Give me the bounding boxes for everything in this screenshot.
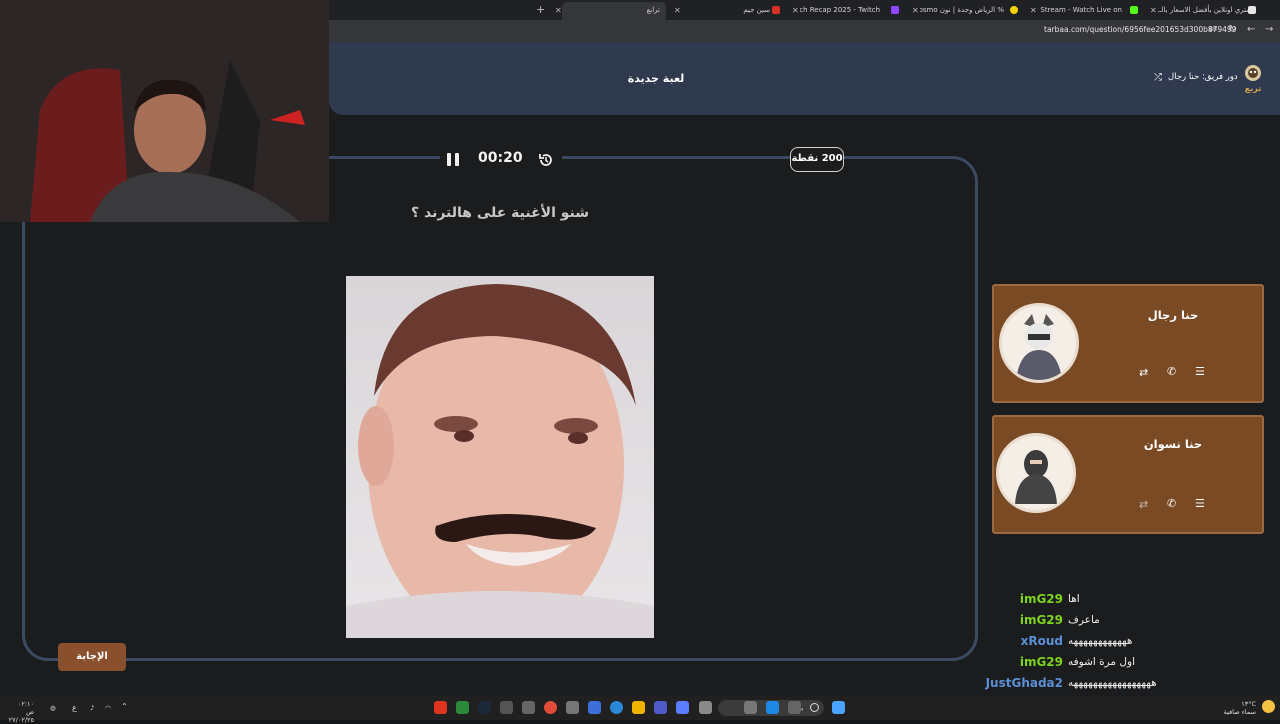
tab-3[interactable]: % الرياض وجدة | نون osmo: [920, 3, 1004, 18]
chat-message: اها: [1068, 593, 1080, 605]
swap-icon[interactable]: ⇄: [1139, 366, 1148, 379]
file-explorer-icon[interactable]: [632, 701, 645, 714]
site-settings-icon[interactable]: ⇌: [1209, 24, 1217, 36]
answer-button[interactable]: الإجابة: [58, 643, 126, 671]
chat-message: هههههههههههههههههه: [1068, 677, 1157, 689]
question-image: [346, 276, 654, 638]
team-avatar: [996, 433, 1076, 513]
clock-time: ٠٢:١٠ ص: [17, 700, 34, 716]
clock-date: ٢٧/٠٢/٢٥: [8, 716, 34, 724]
chat-username[interactable]: imG29: [1020, 613, 1063, 627]
tab-1[interactable]: اشتري اونلاين بأفضل الاسعار بالـ...: [1158, 3, 1254, 18]
pause-icon[interactable]: [447, 153, 461, 166]
shuffle-icon: ⤮: [1154, 72, 1162, 83]
tab-active[interactable]: ترابع: [562, 2, 666, 20]
list-icon[interactable]: ☰: [1195, 365, 1205, 378]
chat-message: ههههههههههههه: [1068, 635, 1133, 647]
chevron-up-icon[interactable]: ⌃: [121, 703, 128, 711]
tab-2[interactable]: nanx2 Stream - Watch Live on...: [1040, 3, 1122, 18]
steam-icon[interactable]: [478, 701, 491, 714]
twitch-favicon-icon: [891, 6, 899, 14]
chat-username[interactable]: JustGhada2: [986, 676, 1063, 690]
top-navigation: [329, 42, 1280, 115]
weather-icon: [1262, 700, 1275, 713]
close-tab-icon[interactable]: ✕: [1150, 3, 1157, 18]
chat-username[interactable]: xRoud: [1021, 634, 1063, 648]
phone-icon[interactable]: ✆: [1167, 365, 1176, 378]
tab-favicon-icon: [772, 6, 780, 14]
close-tab-icon[interactable]: ✕: [792, 3, 799, 18]
chat-username[interactable]: imG29: [1020, 592, 1063, 606]
phone-icon[interactable]: ✆: [1167, 497, 1176, 510]
widgets-icon[interactable]: [766, 701, 779, 714]
search-icon: [810, 703, 819, 712]
app-icon[interactable]: [500, 701, 513, 714]
site-logo[interactable]: تربع: [1242, 64, 1264, 94]
list-icon[interactable]: ☰: [1195, 497, 1205, 510]
app-icon[interactable]: [744, 701, 757, 714]
network-icon[interactable]: ◠: [105, 704, 111, 712]
input-language[interactable]: ع: [72, 704, 77, 712]
app-icon[interactable]: [522, 701, 535, 714]
turn-indicator: دور فريق: حنا رجال: [1168, 72, 1238, 82]
question-text: شنو الأغنية على هالترند ؟: [410, 205, 589, 221]
noon-favicon-icon: [1010, 6, 1018, 14]
back-icon[interactable]: ←: [1247, 24, 1255, 36]
timer-display: 00:20: [478, 150, 523, 166]
app-icon[interactable]: [456, 701, 469, 714]
reload-icon[interactable]: ↻: [1228, 24, 1236, 36]
close-tab-icon[interactable]: ✕: [674, 3, 681, 18]
weather-widget[interactable]: ١٣°C سماء صافية: [1212, 700, 1256, 716]
weather-temp: ١٣°C: [1241, 700, 1256, 708]
app-icon[interactable]: [699, 701, 712, 714]
brave-icon[interactable]: [434, 701, 447, 714]
close-tab-icon[interactable]: ✕: [912, 3, 919, 18]
notification-icon[interactable]: ◍: [50, 704, 56, 712]
reset-timer-icon[interactable]: [537, 151, 555, 173]
team-name: حنا نسوان: [1143, 437, 1203, 451]
new-game-link[interactable]: لعبة جديدة: [600, 72, 712, 85]
chrome-icon[interactable]: [544, 701, 557, 714]
chat-message: ماعرف: [1068, 614, 1100, 626]
team-avatar: [999, 303, 1079, 383]
chat-username[interactable]: imG29: [1020, 655, 1063, 669]
task-view-icon[interactable]: [788, 701, 801, 714]
tab-5[interactable]: سين جيم: [700, 3, 770, 18]
kick-favicon-icon: [1130, 6, 1138, 14]
points-badge: 200 نقطة: [790, 147, 844, 172]
close-tab-icon[interactable]: ✕: [1030, 3, 1037, 18]
volume-icon[interactable]: ♪: [90, 704, 94, 712]
tab-favicon-icon: [1248, 6, 1256, 14]
edge-icon[interactable]: [610, 701, 623, 714]
new-tab-icon[interactable]: +: [536, 2, 545, 17]
windows-start-icon[interactable]: [832, 701, 845, 714]
close-tab-icon[interactable]: ✕: [555, 3, 562, 18]
app-icon[interactable]: [676, 701, 689, 714]
swap-icon[interactable]: ⇄: [1139, 498, 1148, 511]
team-name: حنا رجال: [1147, 308, 1199, 322]
url-field[interactable]: tarbaa.com/question/6956fee201653d300b87…: [1044, 25, 1236, 34]
weather-desc: سماء صافية: [1223, 708, 1256, 716]
clock[interactable]: ٠٢:١٠ ص ٢٧/٠٢/٢٥: [8, 700, 34, 724]
teams-icon[interactable]: [654, 701, 667, 714]
svg-text:تربع: تربع: [1245, 84, 1261, 93]
chat-message: اول مرة اشوفه: [1068, 656, 1135, 668]
app-icon[interactable]: [588, 701, 601, 714]
app-icon[interactable]: [566, 701, 579, 714]
forward-icon[interactable]: →: [1265, 24, 1273, 36]
webcam-overlay: [0, 0, 329, 222]
tab-4[interactable]: Twitch Recap 2025 - Twitch: [800, 3, 880, 18]
